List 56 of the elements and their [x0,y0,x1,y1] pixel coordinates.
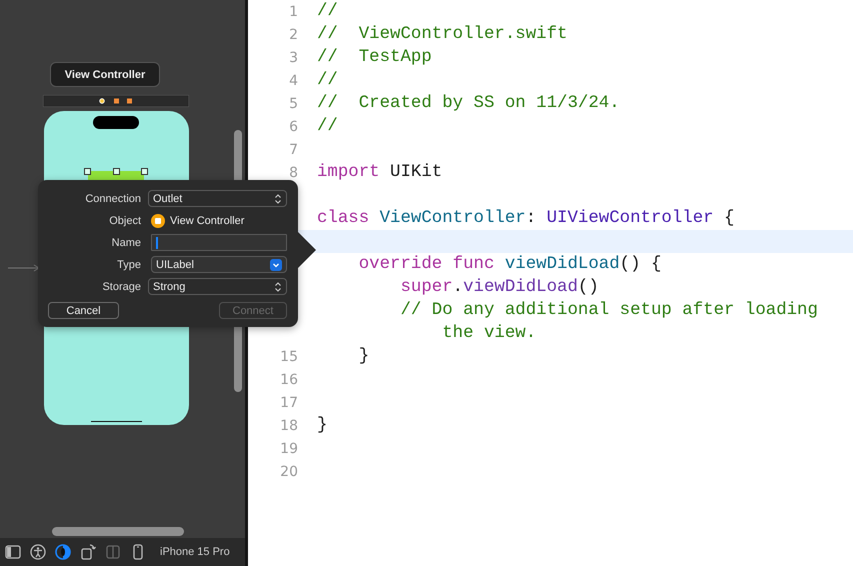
type-combo-box[interactable]: UILabel [151,256,287,273]
field-label: Type [116,258,141,270]
line-number: 5 [289,96,298,112]
line-number: 20 [280,464,298,480]
field-label: Object [108,214,141,226]
scene-title-tooltip: View Controller [50,62,160,87]
object-name: View Controller [170,214,244,226]
dropdown-icon[interactable] [270,258,282,270]
code-line: } [358,347,370,366]
line-number: 3 [289,50,298,66]
code-line: // ViewController.swift [317,25,568,44]
code-line: super.viewDidLoad() [399,278,599,297]
line-number: 2 [289,26,298,42]
line-number: 6 [289,118,298,134]
line-number: 15 [280,348,298,364]
line-number: 7 [289,142,298,158]
field-label: Name [110,236,141,248]
sidebar-icon[interactable] [4,543,22,561]
code-line: // [317,71,338,90]
chevron-icon[interactable] [274,282,282,292]
line-number: 4 [289,72,298,88]
accessibility-icon[interactable] [29,543,47,561]
rotate-icon[interactable] [79,543,97,561]
home-indicator [91,421,142,422]
entry-arrow [8,264,40,272]
line-number: 8 [289,164,298,180]
appearance-icon[interactable] [54,543,72,561]
line-number: 17 [280,394,298,410]
cancel-button[interactable]: Cancel [48,302,119,319]
line-number: 19 [280,440,298,456]
scene-dock[interactable] [43,95,189,107]
field-label: Storage [101,280,141,292]
code-line: // [317,2,338,21]
line-number: 18 [280,418,298,434]
code-line: } [317,416,328,435]
split-view-icon[interactable] [104,543,122,561]
view-controller-icon [151,214,165,228]
chevron-icon[interactable] [274,194,282,204]
code-line: // [317,117,338,136]
code-line: class ViewController: UIViewController { [317,209,734,228]
line-number: 16 [280,372,298,388]
code-line: the view. [441,324,536,343]
dynamic-island [93,116,139,129]
code-line: // Do any additional setup after loading [399,301,818,320]
code-line: // Created by SS on 11/3/24. [317,94,620,113]
code-line: import UIKit [317,163,442,182]
popup-button[interactable]: Outlet [148,190,287,207]
field-label: Connection [84,192,141,204]
code-line: override func viewDidLoad() { [358,255,662,274]
selected-label-drawing[interactable] [84,168,148,180]
device-menu[interactable]: iPhone 15 Pro [160,546,230,558]
popup-button[interactable]: Strong [148,278,287,295]
name-field[interactable] [151,234,287,251]
code-line: // TestApp [317,48,432,67]
horizontal-scrollbar[interactable] [52,527,184,536]
line-number: 1 [289,4,298,20]
